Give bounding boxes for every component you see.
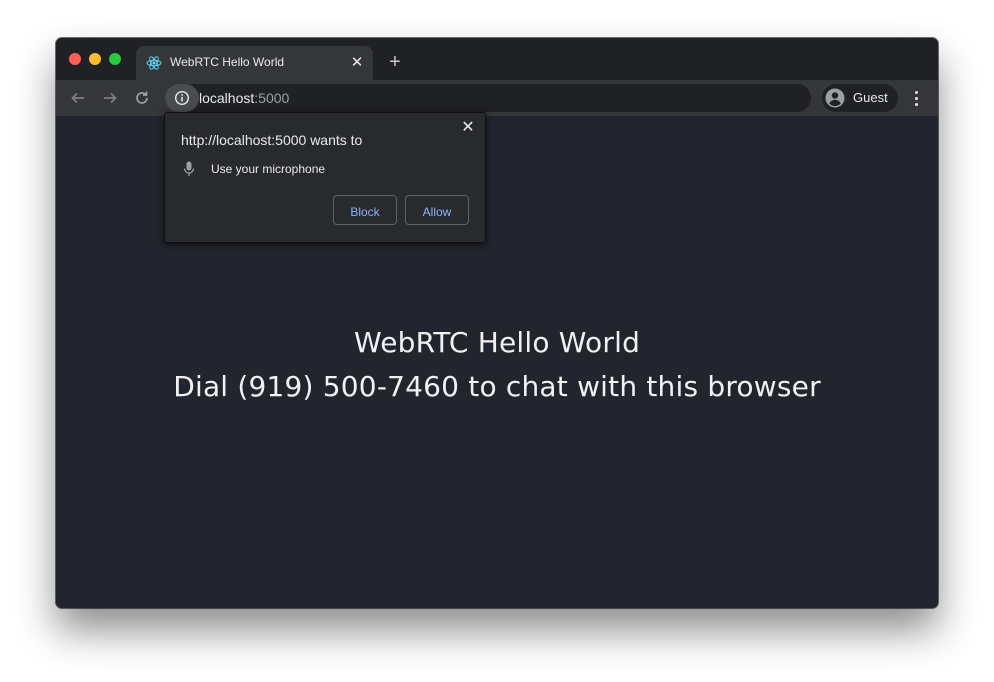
- browser-window: WebRTC Hello World ✕ + localhost:5000 Gu…: [56, 38, 938, 608]
- profile-label: Guest: [853, 90, 888, 105]
- close-icon[interactable]: ✕: [349, 55, 365, 71]
- url-host: localhost: [199, 90, 255, 106]
- close-window-button[interactable]: [69, 53, 81, 65]
- arrow-right-icon[interactable]: [100, 88, 120, 108]
- permission-text: Use your microphone: [211, 162, 326, 176]
- react-logo-icon: [146, 55, 162, 71]
- block-button[interactable]: Block: [333, 195, 397, 225]
- tab-active[interactable]: WebRTC Hello World ✕: [136, 46, 373, 80]
- url-port: :5000: [254, 90, 290, 106]
- close-icon[interactable]: ✕: [460, 120, 476, 136]
- plus-icon[interactable]: +: [386, 52, 404, 72]
- page-heading: WebRTC Hello World: [353, 326, 641, 359]
- reload-icon[interactable]: [132, 88, 152, 108]
- minimize-window-button[interactable]: [89, 53, 101, 65]
- person-avatar-icon: [825, 88, 845, 113]
- microphone-icon: [183, 161, 195, 182]
- popup-title: http://localhost:5000 wants to: [181, 132, 363, 148]
- toolbar: localhost:5000 Guest: [56, 80, 938, 116]
- kebab-menu-icon[interactable]: [908, 89, 924, 107]
- permission-popup: http://localhost:5000 wants to ✕ Use you…: [164, 112, 486, 243]
- allow-button[interactable]: Allow: [405, 195, 469, 225]
- tab-strip: WebRTC Hello World ✕ +: [56, 38, 938, 80]
- maximize-window-button[interactable]: [109, 53, 121, 65]
- tab-title: WebRTC Hello World: [170, 55, 285, 69]
- arrow-left-icon[interactable]: [68, 88, 88, 108]
- address-bar[interactable]: localhost:5000: [165, 84, 811, 112]
- page-subheading: Dial (919) 500-7460 to chat with this br…: [173, 370, 821, 403]
- url-text: localhost:5000: [199, 90, 289, 106]
- info-icon[interactable]: [165, 84, 199, 112]
- profile-button[interactable]: Guest: [822, 84, 898, 112]
